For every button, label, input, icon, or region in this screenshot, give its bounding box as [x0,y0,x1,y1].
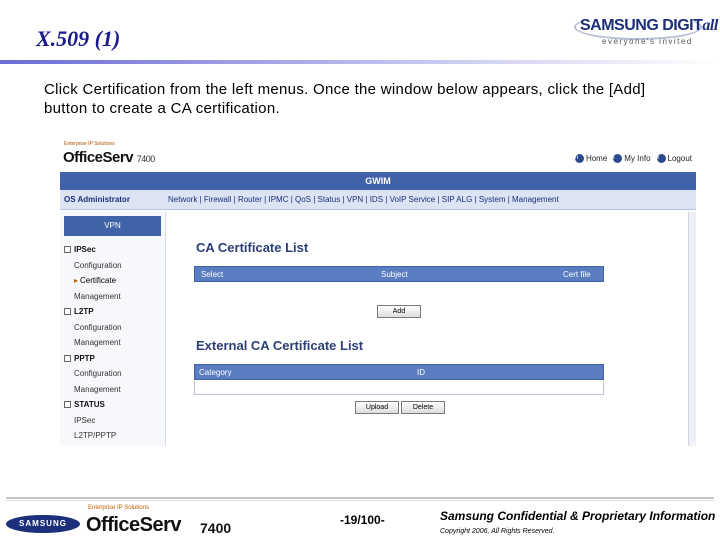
sidebar-section-pptp[interactable]: PPTP [60,351,165,367]
top-nav: OS Administrator Network | Firewall | Ro… [60,190,696,210]
sidebar-label: L2TP [74,307,94,316]
brand-main-text: SAMSUNG DIGIT [580,17,703,34]
home-link-label: Home [585,154,608,163]
officeserv-logo: OfficeServ 7400 [63,149,155,166]
samsung-digitall-logo: SAMSUNG DIGITall everyone's invited [574,14,718,50]
collapse-box-icon [64,401,71,408]
sidebar-item-ipsec-configuration[interactable]: Configuration [60,258,165,274]
sidebar-item-pptp-configuration[interactable]: Configuration [60,366,165,382]
slide-title: X.509 (1) [36,26,121,51]
footer-model-number: 7400 [200,520,232,536]
arrow-right-icon: ▸ [74,276,79,285]
os-logo-model: 7400 [136,154,156,164]
sidebar: VPN IPSec Configuration ▸ Certificate Man… [60,212,166,446]
instructions-text: Click Certification from the left menus.… [44,81,646,117]
col-subject: Subject [381,270,408,279]
sidebar-item-l2tp-management[interactable]: Management [60,335,165,351]
collapse-box-icon [64,308,71,315]
gwim-bar: GWIM [60,172,696,190]
col-select: Select [201,270,224,279]
samsung-logo: SAMSUNG [6,515,80,533]
copyright: Copyright 2006, All Rights Reserved. [440,528,555,535]
col-cert-file: Cert file [563,270,591,279]
logout-link[interactable]: x Logout [656,154,692,163]
logout-link-label: Logout [667,154,692,163]
external-table-header: Category ID [194,364,604,380]
my-info-link[interactable]: i My Info [613,154,651,163]
footer-rule [6,497,714,499]
sidebar-item-l2tp-configuration[interactable]: Configuration [60,320,165,336]
sidebar-section-status[interactable]: STATUS [60,397,165,413]
collapse-box-icon [64,246,71,253]
my-info-link-label: My Info [624,154,651,163]
confidential-notice: Samsung Confidential & Proprietary Infor… [440,509,716,523]
upload-button[interactable]: Upload [355,401,399,414]
main-menu[interactable]: Network | Firewall | Router | IPMC | QoS… [168,190,559,210]
os-logo-text: OfficeServ [63,149,134,166]
add-button[interactable]: Add [377,305,421,318]
ca-list-title: CA Certificate List [196,240,309,255]
info-icon: i [613,154,623,163]
brand-main: SAMSUNG DIGITall [580,17,718,35]
main-content: CA Certificate List Select Subject Cert … [194,212,674,446]
sidebar-item-certificate[interactable]: ▸ Certificate [60,273,165,289]
home-icon: h [574,154,584,163]
sidebar-item-status-ipsec[interactable]: IPSec [60,413,165,429]
sidebar-label: PPTP [74,353,95,363]
header-links: h Home i My Info x Logout [574,154,692,163]
embedded-screenshot: Enterprise IP Solutions OfficeServ 7400 … [60,140,696,446]
delete-button[interactable]: Delete [401,401,445,414]
external-table-row [194,381,604,395]
sidebar-section-l2tp[interactable]: L2TP [60,304,165,320]
page-number: -19/100- [340,513,385,527]
title-rule [0,60,720,64]
sidebar-label: STATUS [74,400,105,409]
footer-caption: Enterprise IP Solutions [88,505,149,511]
sidebar-header-vpn[interactable]: VPN [64,216,161,236]
footer-rule-light [6,500,714,501]
vertical-scrollbar[interactable] [688,212,696,446]
sidebar-label: Certificate [80,276,117,285]
home-link[interactable]: h Home [574,154,608,163]
brand-all-text: all [702,17,718,34]
admin-label: OS Administrator [64,195,130,204]
collapse-box-icon [64,354,71,362]
os-header: Enterprise IP Solutions OfficeServ 7400 … [60,140,696,172]
logout-icon: x [656,154,666,163]
os-caption: Enterprise IP Solutions [64,141,115,147]
ca-table-header: Select Subject Cert file [194,266,604,282]
sidebar-item-ipsec-management[interactable]: Management [60,289,165,305]
sidebar-section-ipsec[interactable]: IPSec [60,242,165,258]
sidebar-item-status-l2tp-pptp[interactable]: L2TP/PPTP [60,428,165,444]
sidebar-label: IPSec [74,245,96,254]
external-ca-list-title: External CA Certificate List [196,338,364,353]
brand-tagline: everyone's invited [602,37,693,46]
sidebar-item-pptp-management[interactable]: Management [60,382,165,398]
col-id: ID [417,368,425,377]
col-category: Category [199,368,232,377]
footer-officeserv-logo: OfficeServ [86,514,182,536]
